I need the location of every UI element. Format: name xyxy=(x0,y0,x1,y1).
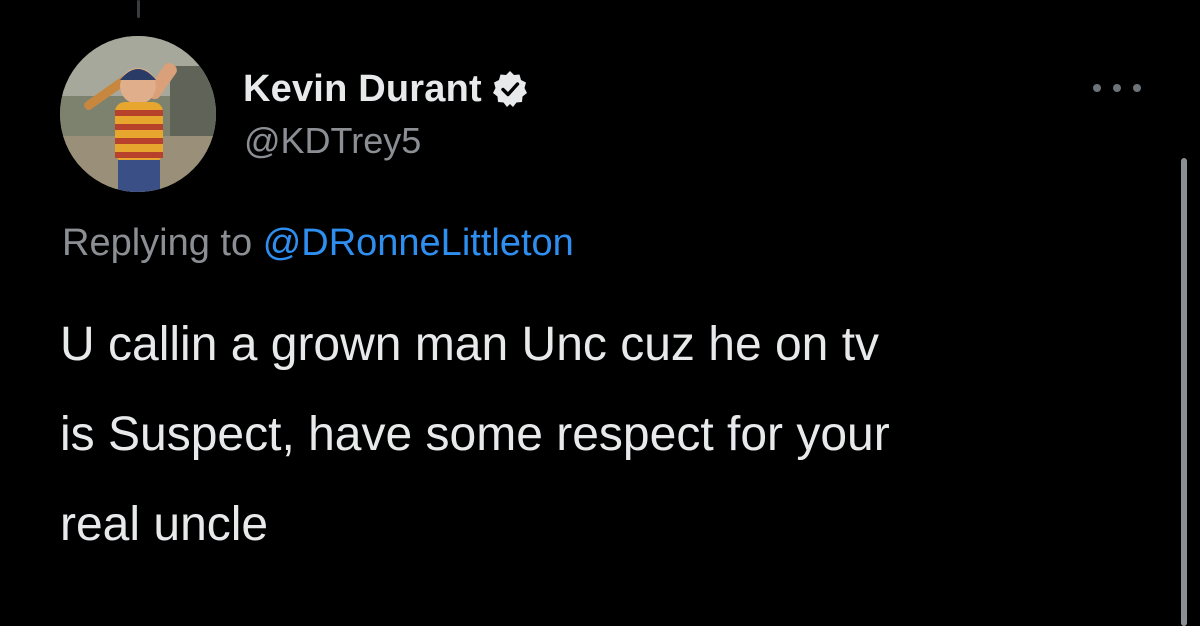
tweet-text-line: U callin a grown man Unc cuz he on tv xyxy=(60,318,880,371)
avatar-image xyxy=(60,36,216,192)
author-name-row[interactable]: Kevin Durant xyxy=(243,64,530,114)
more-dot xyxy=(1113,84,1121,92)
avatar[interactable] xyxy=(60,36,216,192)
thread-connector-line xyxy=(137,0,140,18)
more-dot xyxy=(1093,84,1101,92)
tweet-text-line: is Suspect, have some respect for your xyxy=(60,408,890,461)
more-options-icon[interactable] xyxy=(1093,76,1141,100)
replying-to-label: Replying to xyxy=(62,222,253,264)
replying-to-line: Replying to @DRonneLittleton xyxy=(62,222,574,265)
tweet-text-line: real uncle xyxy=(60,498,269,551)
tweet-text: U callin a grown man Unc cuz he on tv is… xyxy=(60,300,1160,570)
display-name[interactable]: Kevin Durant xyxy=(243,68,482,111)
more-dot xyxy=(1133,84,1141,92)
verified-badge-icon xyxy=(490,69,530,109)
scrollbar[interactable] xyxy=(1181,158,1187,626)
author-handle[interactable]: @KDTrey5 xyxy=(244,120,421,162)
reply-mention-link[interactable]: @DRonneLittleton xyxy=(263,222,574,264)
